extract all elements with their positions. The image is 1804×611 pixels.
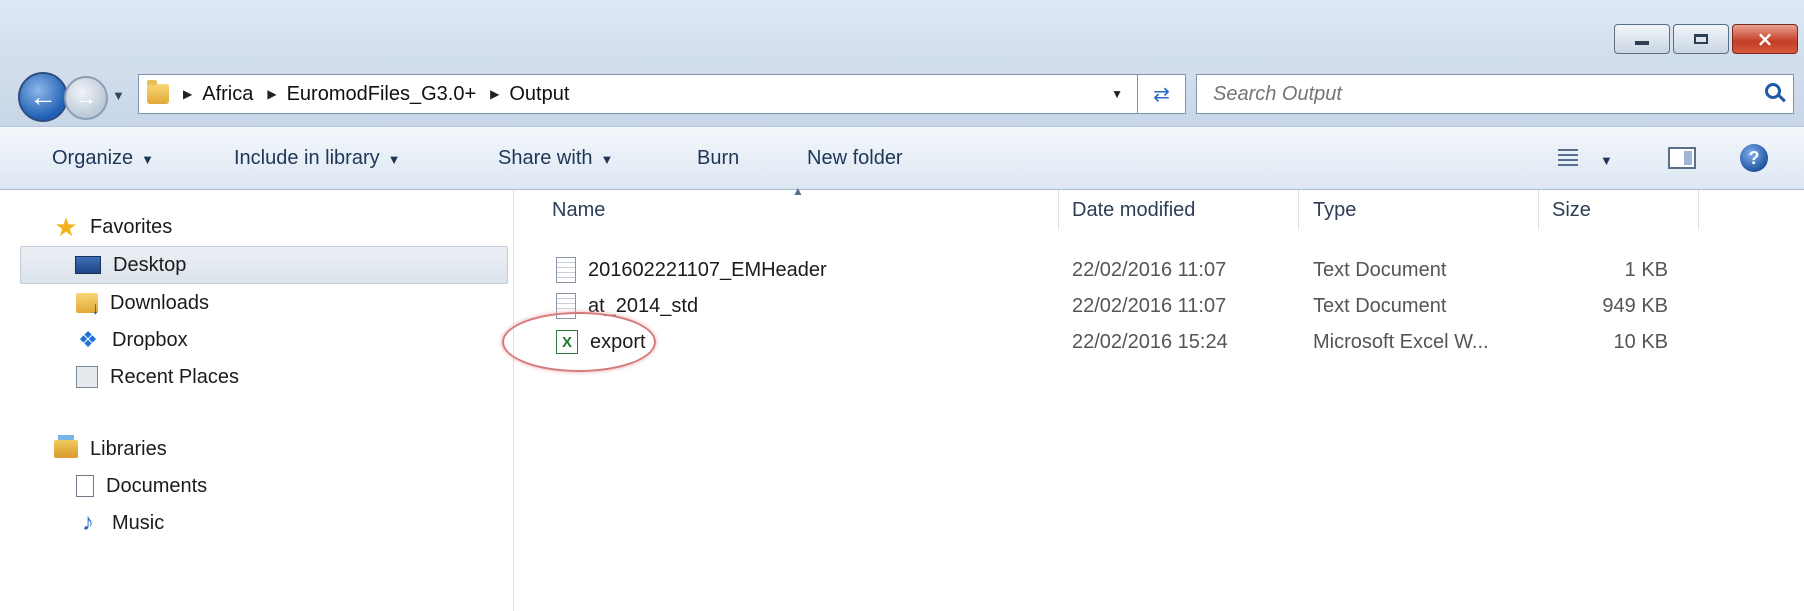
new-folder-button[interactable]: New folder — [807, 147, 903, 170]
organize-button[interactable]: Organize ▼ — [52, 147, 154, 170]
nav-item-dropbox[interactable]: ❖ Dropbox — [76, 321, 496, 359]
address-bar[interactable]: ▶ Africa ▶ EuromodFiles_G3.0+ ▶ Output ▼ — [138, 74, 1138, 114]
star-icon: ★ — [54, 211, 78, 242]
breadcrumb-separator-icon[interactable]: ▶ — [490, 87, 499, 101]
downloads-icon — [76, 293, 100, 319]
back-arrow-icon: ← — [29, 81, 57, 112]
search-icon[interactable] — [1765, 83, 1781, 99]
command-bar: Organize ▼ Include in library ▼ Share with… — [0, 126, 1804, 190]
maximize-button[interactable] — [1673, 24, 1729, 54]
file-row[interactable]: at_2014_std 22/02/2016 11:07 Text Docume… — [514, 288, 1804, 324]
address-history-dropdown[interactable]: ▼ — [1111, 87, 1123, 101]
dropbox-icon: ❖ — [78, 327, 98, 352]
library-icon — [54, 435, 78, 458]
desktop-icon — [75, 256, 101, 274]
nav-item-label: Recent Places — [110, 365, 239, 388]
breadcrumb-euromodfiles[interactable]: EuromodFiles_G3.0+ — [287, 83, 477, 106]
file-type: Text Document — [1313, 294, 1447, 317]
chevron-down-icon: ▼ — [141, 152, 155, 167]
chevron-down-icon: ▼ — [387, 152, 401, 167]
organize-label: Organize — [52, 147, 134, 169]
navigation-pane: ★ Favorites Desktop Downloads ❖ Dropbox … — [0, 190, 514, 611]
file-name-cell: 201602221107_EMHeader — [556, 252, 827, 288]
file-name-cell: X export — [502, 312, 656, 372]
include-in-library-button[interactable]: Include in library ▼ — [234, 147, 401, 170]
help-icon[interactable]: ? — [1740, 144, 1768, 172]
file-size: 10 KB — [1613, 330, 1668, 353]
window-controls: × — [1611, 24, 1798, 54]
music-icon: ♪ — [82, 509, 94, 536]
minimize-icon — [1635, 41, 1649, 45]
chevron-down-icon: ▼ — [600, 152, 614, 167]
preview-pane-icon[interactable] — [1668, 147, 1696, 169]
breadcrumb-separator-icon[interactable]: ▶ — [267, 87, 276, 101]
nav-item-label: Desktop — [113, 253, 187, 276]
nav-item-downloads[interactable]: Downloads — [76, 284, 496, 322]
share-with-label: Share with — [498, 147, 593, 169]
nav-libraries-label: Libraries — [90, 437, 167, 460]
breadcrumb-output[interactable]: Output — [509, 83, 569, 106]
nav-favorites-label: Favorites — [90, 215, 173, 238]
nav-item-label: Dropbox — [112, 328, 188, 351]
refresh-button[interactable]: ⇄ — [1138, 74, 1186, 114]
file-name: 201602221107_EMHeader — [588, 258, 827, 281]
column-divider[interactable] — [1698, 190, 1699, 230]
column-divider[interactable] — [1058, 190, 1059, 230]
column-divider[interactable] — [1538, 190, 1539, 230]
close-button[interactable]: × — [1732, 24, 1798, 54]
search-box — [1196, 74, 1794, 114]
file-list: ▲ Name Date modified Type Size 201602221… — [502, 184, 1804, 611]
file-type: Text Document — [1313, 258, 1447, 281]
maximize-icon — [1694, 34, 1708, 44]
address-row: ← → ▼ ▶ Africa ▶ EuromodFiles_G3.0+ ▶ Ou… — [0, 66, 1804, 126]
file-row[interactable]: X export 22/02/2016 15:24 Microsoft Exce… — [502, 312, 1804, 372]
nav-item-desktop[interactable]: Desktop — [20, 246, 508, 284]
column-header-name[interactable]: Name — [552, 190, 912, 230]
file-date: 22/02/2016 15:24 — [1072, 330, 1228, 353]
nav-item-label: Downloads — [110, 291, 209, 314]
file-size: 1 KB — [1624, 258, 1668, 281]
view-options-icon[interactable] — [1558, 149, 1578, 167]
text-file-icon — [556, 257, 576, 283]
column-header-type[interactable]: Type — [1313, 190, 1513, 230]
column-header-date-modified[interactable]: Date modified — [1072, 190, 1272, 230]
close-icon: × — [1756, 27, 1774, 51]
nav-item-recent-places[interactable]: Recent Places — [76, 358, 496, 396]
file-size: 949 KB — [1602, 294, 1668, 317]
annotation-ellipse — [502, 312, 656, 372]
minimize-button[interactable] — [1614, 24, 1670, 54]
file-row[interactable]: 201602221107_EMHeader 22/02/2016 11:07 T… — [514, 252, 1804, 288]
share-with-button[interactable]: Share with ▼ — [498, 147, 613, 170]
back-button[interactable]: ← — [18, 72, 68, 122]
recent-pages-dropdown[interactable]: ▼ — [112, 88, 125, 103]
title-bar: × — [0, 0, 1804, 66]
recent-places-icon — [76, 366, 98, 388]
search-input[interactable] — [1211, 81, 1715, 107]
nav-libraries-header[interactable]: Libraries — [54, 430, 494, 468]
burn-button[interactable]: Burn — [697, 147, 739, 170]
file-type: Microsoft Excel W... — [1313, 330, 1489, 353]
file-date: 22/02/2016 11:07 — [1072, 294, 1227, 317]
forward-arrow-icon: → — [75, 85, 97, 110]
refresh-icon: ⇄ — [1153, 83, 1170, 106]
file-date: 22/02/2016 11:07 — [1072, 258, 1227, 281]
view-options-dropdown[interactable]: ▼ — [1600, 153, 1613, 168]
column-header-size[interactable]: Size — [1552, 190, 1652, 230]
nav-item-label: Documents — [106, 474, 208, 497]
nav-item-label: Music — [112, 511, 165, 534]
folder-icon — [147, 80, 169, 104]
forward-button[interactable]: → — [64, 76, 108, 120]
column-divider[interactable] — [1298, 190, 1299, 230]
nav-favorites-header[interactable]: ★ Favorites — [54, 208, 494, 246]
include-in-library-label: Include in library — [234, 147, 380, 169]
nav-item-music[interactable]: ♪ Music — [76, 504, 496, 542]
document-icon — [76, 475, 94, 497]
breadcrumb-africa[interactable]: Africa — [202, 83, 253, 106]
breadcrumb-separator-icon[interactable]: ▶ — [183, 87, 192, 101]
nav-item-documents[interactable]: Documents — [76, 467, 496, 505]
